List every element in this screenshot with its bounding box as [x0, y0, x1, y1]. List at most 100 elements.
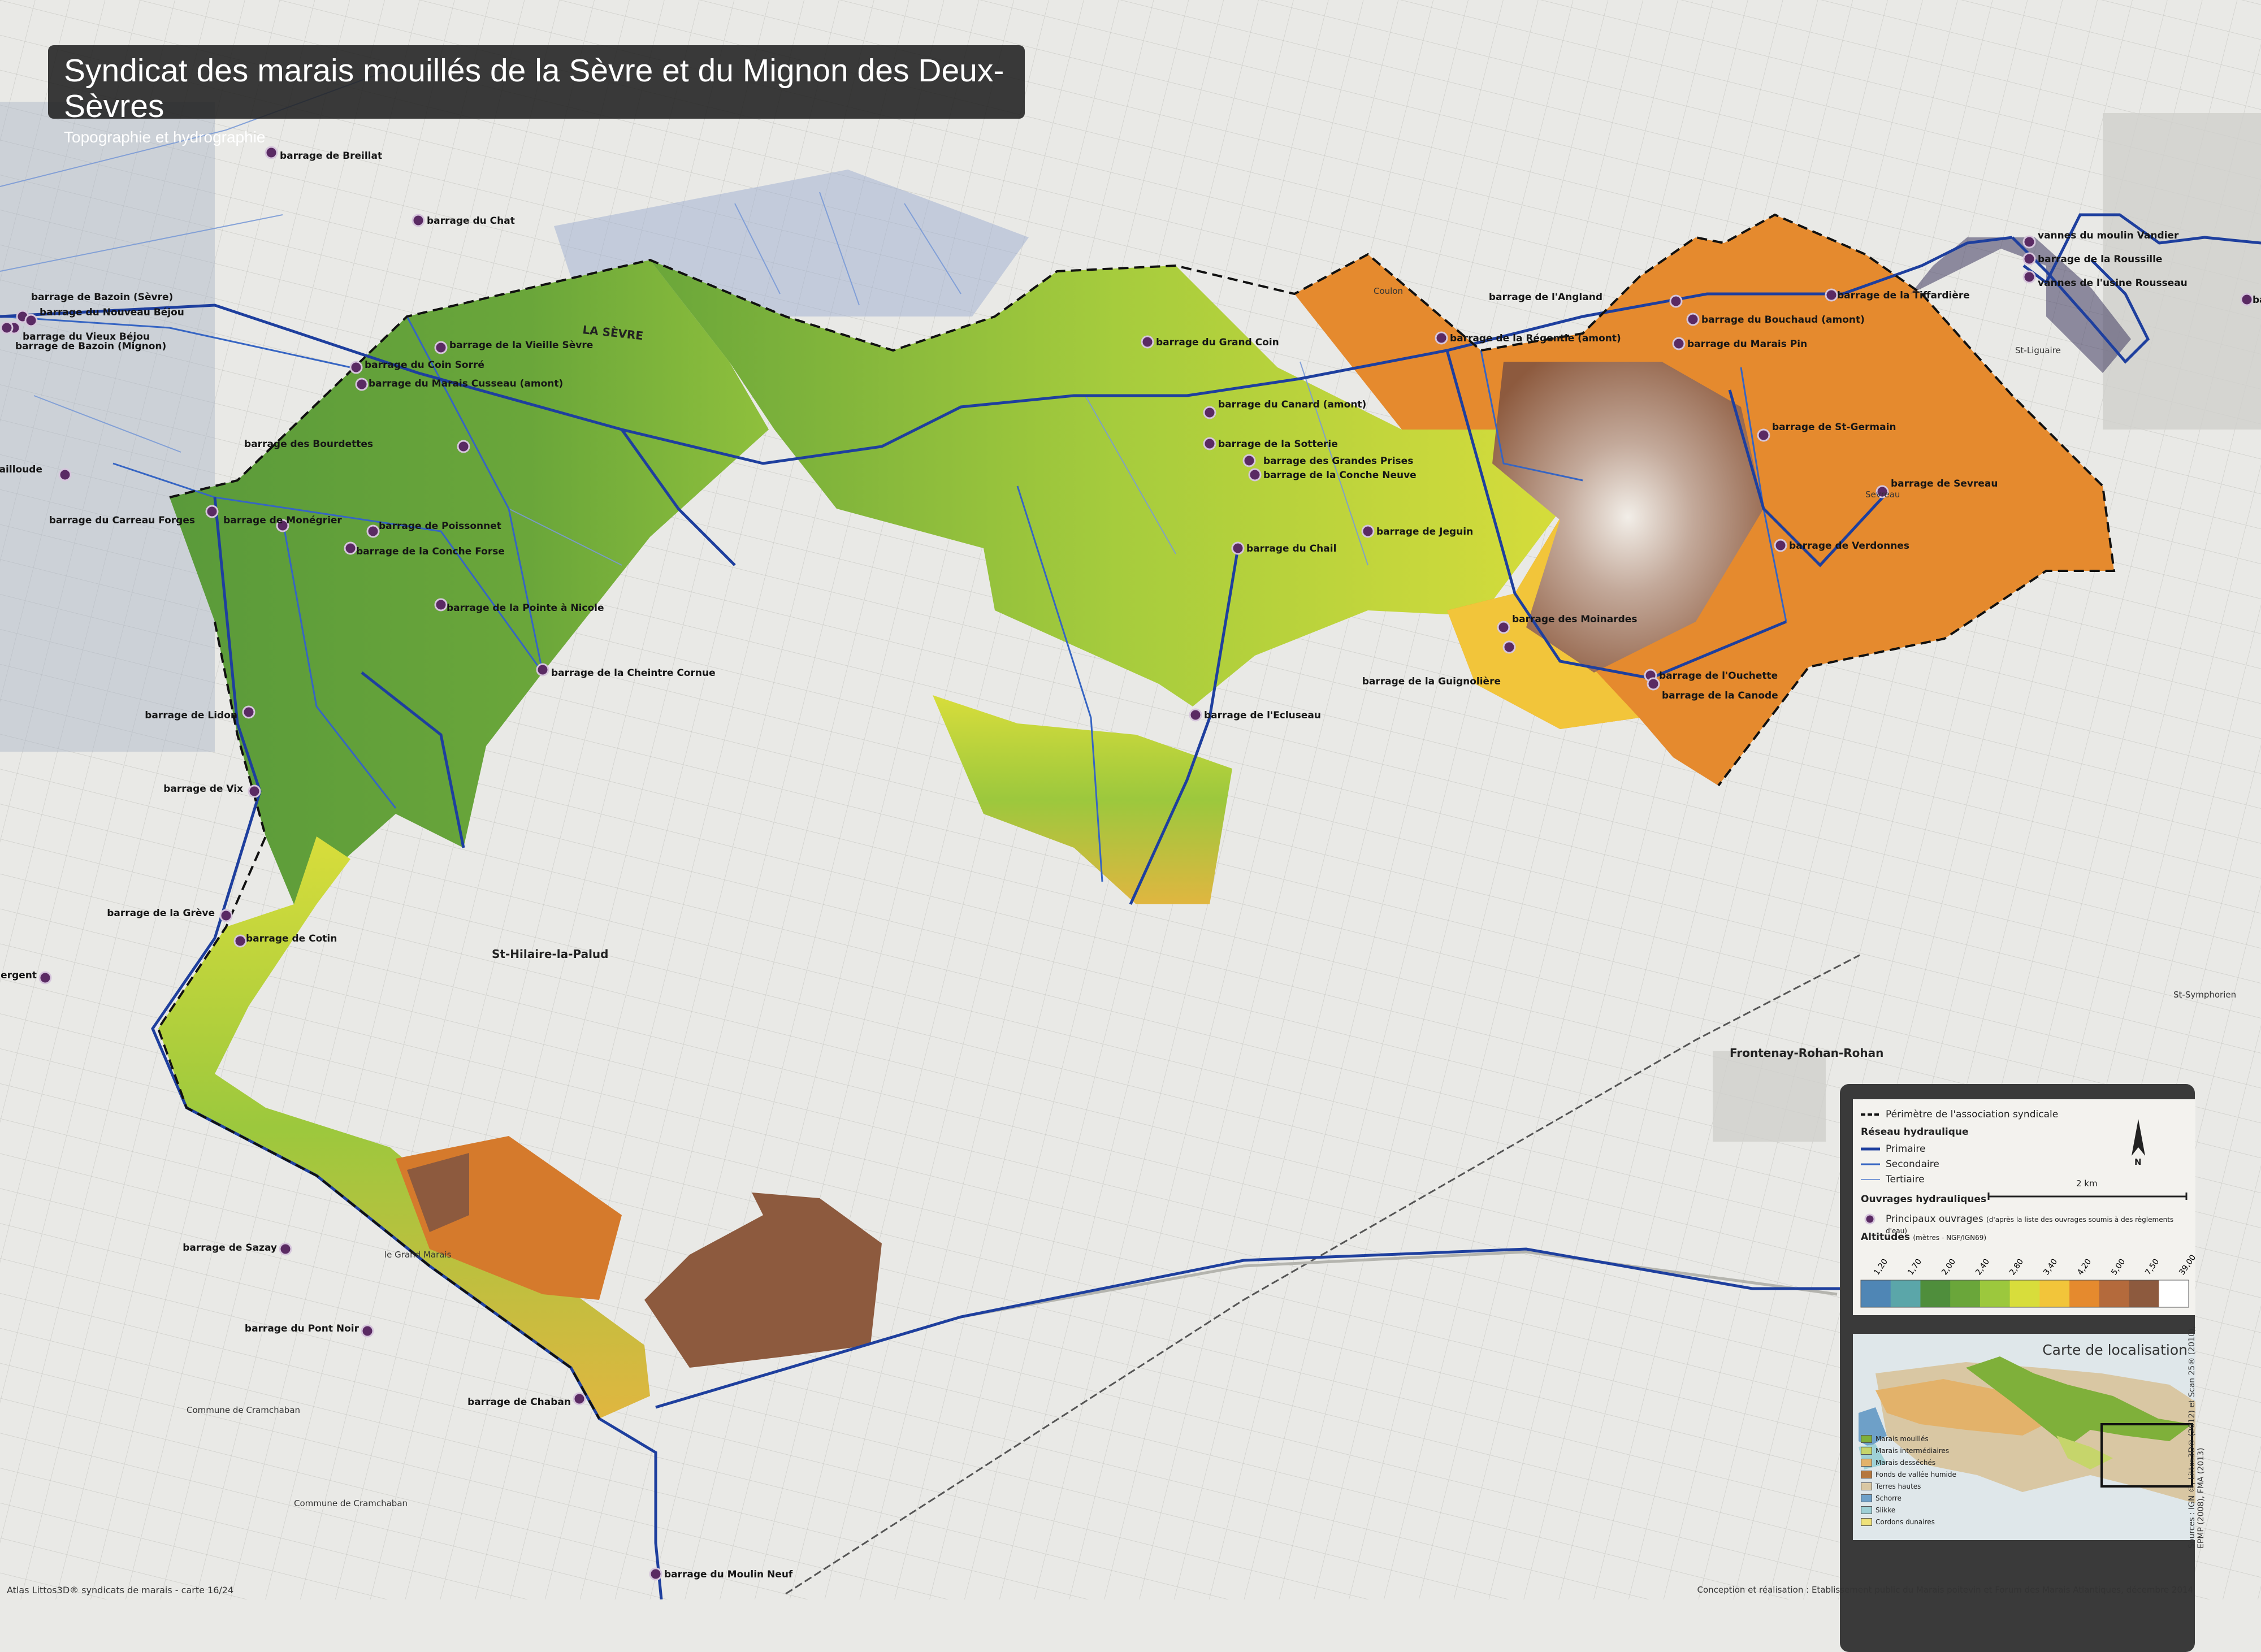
altitude-tick: 2,00	[1940, 1258, 1957, 1277]
structure-marker-barrage-de-la-sotterie[interactable]	[1203, 437, 1216, 450]
structure-marker-barrage-de-la-guignoli-re[interactable]	[1502, 640, 1516, 654]
structure-marker-barrage-de-la-conche-forse[interactable]	[344, 541, 357, 555]
legend-tertiary-label: Tertiaire	[1886, 1174, 1925, 1185]
structure-label-barrage-des-bourdettes: barrage des Bourdettes	[244, 439, 373, 450]
location-legend-swatch	[1861, 1458, 1872, 1467]
structure-marker-barrage-de-la-vieille-s-vre[interactable]	[434, 341, 448, 354]
altitude-tick: 2,40	[1974, 1258, 1991, 1277]
legend-structure-symbol	[1864, 1213, 1875, 1225]
structure-marker-barrage-des-moinardes[interactable]	[1497, 621, 1510, 634]
location-legend-swatch	[1861, 1506, 1872, 1514]
structure-marker-barrage-du-marais-cusseau-amont-[interactable]	[355, 378, 369, 391]
legend-works-title: Ouvrages hydrauliques	[1861, 1194, 1987, 1205]
structure-marker-barrage-du-pont-noir[interactable]	[361, 1324, 374, 1338]
structure-label-barrage-de-la-roussille: barrage de la Roussille	[2038, 254, 2162, 265]
location-legend: Marais mouillés Marais intermédiaires Mara…	[1861, 1433, 1956, 1528]
structure-marker-vanne-de-cailloude[interactable]	[58, 468, 72, 482]
structure-label-barrage-de-la-vieille-s-vre: barrage de la Vieille Sèvre	[449, 340, 593, 351]
location-legend-swatch	[1861, 1446, 1872, 1455]
structure-marker-barrage-de-breillat[interactable]	[265, 146, 278, 159]
location-legend-item: Marais desséchés	[1861, 1456, 1956, 1468]
structure-marker-barrage-de-jeguin[interactable]	[1361, 524, 1375, 538]
west-blue-fields	[0, 102, 215, 752]
location-map-title: Carte de localisation	[2042, 1342, 2188, 1358]
location-legend-label: Marais mouillés	[1875, 1434, 1929, 1443]
structure-marker-barrage-de-lidon[interactable]	[242, 705, 255, 719]
structure-marker-barrage-de-poissonnet[interactable]	[366, 524, 380, 538]
legend-secondary-label: Secondaire	[1886, 1159, 1939, 1170]
legend-altitude-unit: (mètres - NGF/IGN69)	[1913, 1234, 1987, 1242]
structure-label-barrage-du-marais-cusseau-amont-: barrage du Marais Cusseau (amont)	[369, 378, 563, 389]
structure-marker-barrage-de-la-cheintre-cornue[interactable]	[536, 663, 549, 677]
structure-label-barrage-de-breillat: barrage de Breillat	[280, 150, 382, 162]
structure-marker-barrage-de-la-gr-ve[interactable]	[219, 909, 233, 922]
title-box: Syndicat des marais mouillés de la Sèvre…	[48, 45, 1025, 146]
structure-label-barrage-du-canard-amont-: barrage du Canard (amont)	[1218, 399, 1366, 410]
structure-marker-barrage-du-petit-sergent[interactable]	[38, 971, 52, 985]
structure-marker-barrage-de-la-conche-neuve[interactable]	[1248, 468, 1262, 482]
structure-marker-barrage-de-cotin[interactable]	[233, 934, 247, 948]
structure-marker-barrage-du-bouchaud-amont-[interactable]	[1686, 313, 1700, 326]
structure-marker-barrage-du-grand-coin[interactable]	[1141, 335, 1154, 349]
structure-marker-barrage-des-bourdettes[interactable]	[457, 440, 470, 453]
location-legend-item: Marais mouillés	[1861, 1433, 1956, 1445]
altitude-tick: 4,20	[2076, 1258, 2093, 1277]
location-legend-swatch	[1861, 1470, 1872, 1478]
structure-marker-barrage-de-la-r-gentie-amont-[interactable]	[1435, 331, 1448, 345]
structure-marker-barrage-de-la-tiffardi-re[interactable]	[1825, 288, 1838, 302]
structure-marker-barrage-de-bazoin-mignon-[interactable]	[0, 321, 14, 335]
structure-label-barrage-de-la-guignoli-re: barrage de la Guignolière	[1362, 676, 1501, 687]
structure-label-barrage-du-chail: barrage du Chail	[1246, 543, 1336, 554]
structure-marker-barrage-du-coin-sorr-[interactable]	[349, 361, 363, 374]
location-legend-item: Schorre	[1861, 1492, 1956, 1504]
structure-marker-barrage-des-grandes-prises[interactable]	[1242, 454, 1256, 467]
structure-marker-barrage-de-l-angland[interactable]	[1669, 294, 1683, 308]
structure-label-barrage-de-verdonnes: barrage de Verdonnes	[1789, 540, 1909, 552]
structure-label-barrage-du-chat: barrage du Chat	[427, 215, 515, 227]
structure-marker-vannes-du-moulin-vandier[interactable]	[2022, 235, 2036, 249]
structure-label-barrage-de-vix: barrage de Vix	[163, 783, 243, 795]
structure-label-barrage-de-poissonnet: barrage de Poissonnet	[379, 521, 501, 532]
location-legend-swatch	[1861, 1482, 1872, 1490]
town-niort	[2103, 113, 2261, 430]
altitude-swatch	[1890, 1280, 1921, 1307]
legend-works-item-label: Principaux ouvrages	[1886, 1213, 1983, 1225]
structure-marker-vannes-de-l-usine-rousseau[interactable]	[2022, 270, 2036, 284]
structure-marker-barrage-du-nouveau-b-jou[interactable]	[24, 314, 38, 327]
altitude-swatch	[1861, 1280, 1891, 1307]
structure-label-barrage-de-la-sotterie: barrage de la Sotterie	[1218, 439, 1338, 450]
place-st-liguaire: St-Liguaire	[2015, 345, 2061, 355]
structure-marker-barrage-de-la-roussille[interactable]	[2022, 252, 2036, 266]
structure-marker-barrage-de-sazay[interactable]	[279, 1242, 292, 1256]
structure-marker-barrage-de-la-canode[interactable]	[1647, 677, 1660, 691]
structure-label-barrage-de-la-pointe-nicole: barrage de la Pointe à Nicole	[447, 602, 604, 614]
location-legend-item: Slikke	[1861, 1504, 1956, 1516]
structure-marker-barrage-du-marais-pin[interactable]	[1672, 337, 1686, 350]
altitude-swatch	[1950, 1280, 1981, 1307]
structure-marker-barrage-de-st-germain[interactable]	[1757, 428, 1770, 442]
structure-marker-barrage-du-moulin-neuf[interactable]	[649, 1567, 662, 1581]
place-st-symphorien: St-Symphorien	[2173, 990, 2236, 1000]
location-legend-swatch	[1861, 1434, 1872, 1443]
location-map[interactable]: Carte de localisation Marais mouillés Mar…	[1853, 1334, 2195, 1540]
structure-marker-barrage-de-comport-[interactable]	[2240, 293, 2254, 306]
place-cramchaban-2: Commune de Cramchaban	[294, 1498, 408, 1508]
structure-label-barrage-des-grandes-prises: barrage des Grandes Prises	[1263, 456, 1413, 467]
altitude-tick: 2,80	[2008, 1258, 2025, 1277]
structure-marker-barrage-du-canard-amont-[interactable]	[1203, 406, 1216, 419]
legend-box: 1,20 1,70 2,00 2,40 2,80 3,40 4,20 5,00 7,50 39,0…	[1853, 1099, 2195, 1315]
structure-marker-barrage-de-chaban[interactable]	[573, 1392, 586, 1406]
structure-marker-barrage-de-verdonnes[interactable]	[1774, 539, 1787, 552]
location-legend-label: Fonds de vallée humide	[1875, 1470, 1956, 1478]
town-frontenay	[1713, 1051, 1826, 1142]
location-legend-label: Slikke	[1875, 1506, 1896, 1514]
structure-marker-barrage-du-chail[interactable]	[1231, 541, 1245, 555]
structure-marker-barrage-du-carreau-forges[interactable]	[205, 505, 219, 518]
location-legend-item: Fonds de vallée humide	[1861, 1468, 1956, 1480]
structure-label-vanne-de-cailloude: vanne de Cailloude	[0, 464, 42, 475]
structure-marker-barrage-de-l-ecluseau[interactable]	[1189, 708, 1202, 722]
structure-marker-barrage-du-chat[interactable]	[412, 214, 425, 227]
structure-marker-barrage-de-la-pointe-nicole[interactable]	[434, 598, 448, 612]
structure-label-barrage-du-carreau-forges: barrage du Carreau Forges	[49, 515, 195, 526]
structure-marker-barrage-de-vix[interactable]	[248, 784, 261, 798]
